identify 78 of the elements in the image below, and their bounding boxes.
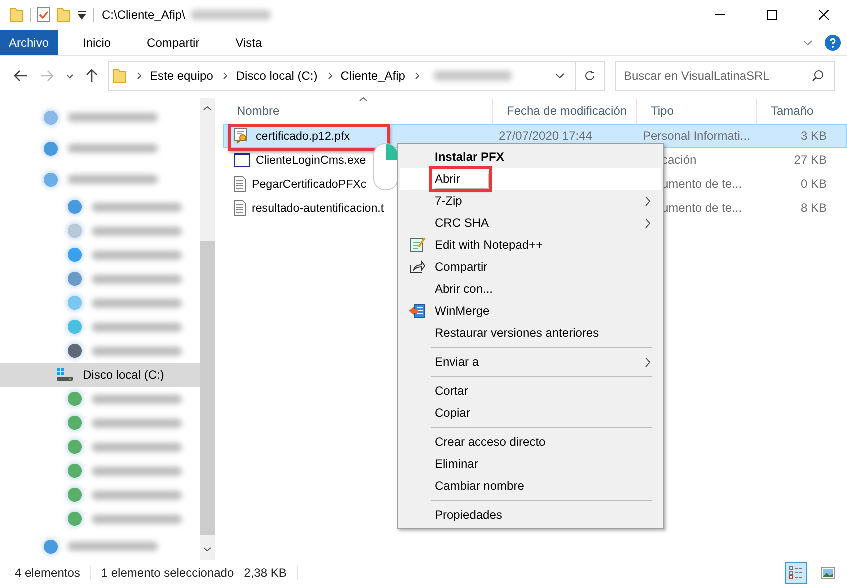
menu-item[interactable]: Compartir (400, 256, 661, 278)
menu-item[interactable]: Instalar PFX (400, 146, 661, 168)
ribbon-tab[interactable]: Vista (222, 30, 274, 55)
nav-item[interactable]: Disco local (C:) (0, 363, 200, 387)
details-view-button[interactable] (785, 562, 807, 584)
menu-item[interactable]: Enviar a (400, 351, 661, 373)
chevron-right-icon[interactable] (137, 72, 142, 80)
ribbon-tab[interactable]: Archivo (0, 30, 58, 55)
dropdown-icon[interactable] (77, 10, 87, 20)
column-header[interactable]: Nombre (223, 98, 492, 124)
forward-arrow-icon[interactable] (40, 70, 54, 82)
date-cell-text: 27/07/2020 17:44 (498, 129, 594, 143)
notepad-icon (410, 237, 426, 253)
folder-icon[interactable] (57, 7, 71, 23)
ribbon-tab[interactable]: Compartir (134, 30, 211, 55)
size-cell-text: 27 KB (793, 153, 828, 167)
search-field[interactable]: Buscar en VisualLatinaSRL (615, 61, 835, 91)
menu-item[interactable]: Abrir con... (400, 278, 661, 300)
menu-item[interactable]: CRC SHA (400, 212, 661, 234)
document-icon (234, 176, 246, 192)
scroll-down-icon[interactable] (202, 547, 212, 552)
file-name[interactable]: ClienteLoginCms.exe (256, 154, 366, 166)
size-cell-text: 8 KB (800, 201, 828, 215)
address-bar[interactable]: Este equipo Disco local (C:) Cliente_Afip (108, 61, 576, 91)
refresh-icon (584, 70, 596, 82)
scroll-up-icon[interactable] (202, 106, 212, 111)
selection-count: 1 elemento seleccionado (101, 566, 234, 580)
window-icon (234, 153, 250, 167)
scrollbar[interactable] (200, 98, 215, 560)
window-title: C:\Cliente_Afip\ (102, 8, 186, 22)
chevron-right-icon[interactable] (328, 72, 333, 80)
details-view-icon (789, 566, 803, 580)
chevron-down-icon[interactable] (66, 74, 74, 78)
up-arrow-icon[interactable] (86, 69, 98, 83)
menu-item[interactable]: Cortar (400, 380, 661, 402)
close-icon (819, 10, 829, 20)
file-name[interactable]: certificado.p12.pfx (256, 130, 350, 142)
refresh-button[interactable] (575, 61, 605, 91)
menu-item[interactable]: Eliminar (400, 453, 661, 475)
size-cell-text: 3 KB (800, 129, 828, 143)
menu-item[interactable]: Edit with Notepad++ (400, 234, 661, 256)
checklist-icon[interactable] (37, 7, 51, 23)
scrollbar-thumb[interactable] (200, 241, 214, 535)
help-icon[interactable] (825, 34, 841, 50)
breadcrumb[interactable]: Cliente_Afip (340, 69, 406, 83)
chevron-right-icon[interactable] (415, 72, 420, 80)
breadcrumb[interactable]: Este equipo (150, 69, 214, 83)
menu-item[interactable]: Propiedades (400, 504, 661, 526)
mouse-icon (373, 143, 399, 191)
menu-item[interactable]: Crear acceso directo (400, 431, 661, 453)
folder-icon (113, 68, 127, 84)
share-icon (410, 260, 426, 274)
menu-item[interactable]: WinMerge (400, 300, 661, 322)
picture-view-icon (821, 567, 835, 579)
back-arrow-icon[interactable] (14, 70, 28, 82)
folder-icon[interactable] (10, 7, 24, 23)
drive-icon (56, 368, 74, 382)
winmerge-icon (409, 304, 426, 318)
certificate-icon (234, 128, 250, 144)
menu-item[interactable]: 7-Zip (400, 190, 661, 212)
file-name[interactable]: PegarCertificadoPFXc (252, 178, 367, 190)
file-name[interactable]: resultado-autentificacion.t (252, 202, 384, 214)
search-icon (812, 70, 824, 82)
document-icon (234, 200, 246, 216)
sort-caret-icon (359, 97, 368, 102)
size-cell-text: 0 KB (800, 177, 828, 191)
item-count: 4 elementos (15, 566, 80, 580)
maximize-icon (767, 10, 777, 20)
menu-item[interactable]: Cambiar nombre (400, 475, 661, 497)
menu-item[interactable]: Restaurar versiones anteriores (400, 322, 661, 344)
chevron-down-icon[interactable] (555, 73, 565, 79)
type-cell-text: Personal Informati... (642, 129, 752, 143)
menu-item[interactable]: Abrir (400, 168, 661, 190)
ribbon-tab[interactable]: Inicio (70, 30, 122, 55)
menu-item[interactable]: Copiar (400, 402, 661, 424)
selection-size: 2,38 KB (244, 566, 287, 580)
chevron-right-icon[interactable] (223, 72, 228, 80)
breadcrumb[interactable]: Disco local (C:) (236, 69, 318, 83)
